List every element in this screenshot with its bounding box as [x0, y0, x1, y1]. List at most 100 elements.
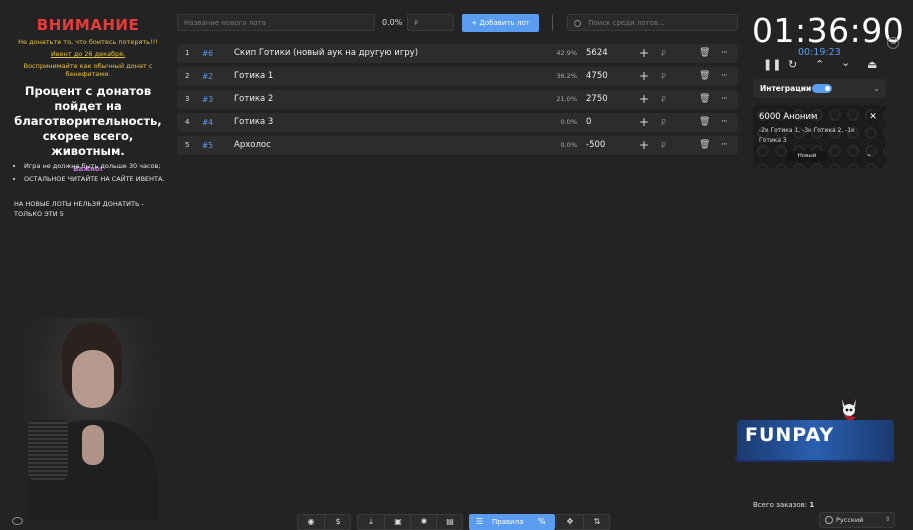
chevron-down-icon[interactable]: ⌄	[873, 79, 880, 98]
globe-icon	[825, 516, 833, 524]
notice-rules: Игра не должна быть дольше 30 часов; ОСТ…	[14, 161, 174, 187]
github-icon[interactable]: ◉	[298, 515, 324, 529]
notice-panel: ВНИМАНИЕ Не донатьте то, что боитесь пот…	[8, 16, 168, 173]
close-icon[interactable]: ✕	[867, 111, 879, 123]
dollar-icon[interactable]: $	[324, 515, 351, 529]
lot-row[interactable]: 5 #5 Архолос 0.0% -500 + ₽ 🗑 ···	[177, 136, 738, 155]
orders-total: Всего заказов: 1	[753, 501, 814, 509]
lot-amount[interactable]: -500	[586, 136, 605, 155]
lot-percent: 0.0%	[560, 141, 577, 149]
lot-row[interactable]: 1 #6 Скип Готики (новый аук на другую иг…	[177, 44, 738, 63]
archive-icon[interactable]: ▣	[384, 515, 411, 529]
list-icon: ☰	[476, 517, 484, 526]
lot-row[interactable]: 4 #4 Готика 3 0.0% 0 + ₽ 🗑 ···	[177, 113, 738, 132]
integrations-toggle[interactable]	[812, 84, 832, 93]
new-lot-name-input[interactable]: Название нового лота	[177, 14, 375, 31]
collapse-icon[interactable]: ⏏	[867, 58, 877, 71]
trash-icon[interactable]: 🗑	[699, 90, 710, 109]
funpay-logo-text: FUNPAY	[745, 424, 835, 446]
lot-amount[interactable]: 2750	[586, 90, 608, 109]
notice-title: ВНИМАНИЕ	[36, 16, 140, 34]
lot-name[interactable]: Готика 1	[234, 67, 273, 86]
rules-label: Правила	[492, 518, 524, 526]
add-amount-icon[interactable]: +	[639, 67, 649, 86]
integrations-bar[interactable]: Интеграции ⌄	[753, 79, 886, 98]
clipboard-icon[interactable]: ▤	[436, 515, 463, 529]
toolbar-divider	[552, 15, 553, 31]
add-amount-icon[interactable]: +	[639, 136, 649, 155]
more-icon[interactable]: ···	[721, 44, 728, 63]
lot-position: 5	[185, 141, 190, 149]
language-select[interactable]: Русский ⇕	[819, 512, 895, 528]
lot-position: 2	[185, 72, 190, 80]
chevron-down-icon[interactable]: ⌄	[866, 150, 872, 158]
lot-name[interactable]: Скип Готики (новый аук на другую игру)	[234, 44, 418, 63]
add-lot-label: Добавить лот	[479, 19, 530, 27]
add-amount-icon[interactable]: +	[639, 90, 649, 109]
notice-warning: Не донатьте то, что боитесь потерять!!!	[18, 38, 158, 46]
new-lot-percent: 0.0%	[382, 18, 403, 27]
lot-id[interactable]: #6	[202, 44, 213, 63]
trash-icon[interactable]: 🗑	[699, 136, 710, 155]
updown-icon: ⇕	[884, 516, 890, 523]
notice-charity: Процент с донатов пойдет на благотворите…	[14, 84, 162, 158]
download-icon[interactable]: ⤓	[358, 515, 384, 529]
donation-new-chip[interactable]: Новый	[787, 151, 827, 161]
notice-lots-restriction: НА НОВЫЕ ЛОТЫ НЕЛЬЗЯ ДОНАТИТЬ - ТОЛЬКО Э…	[14, 200, 144, 218]
donation-title: 6000 Аноним	[759, 112, 818, 122]
trash-icon[interactable]: 🗑	[699, 67, 710, 86]
timer-display: 01:36:90	[752, 11, 905, 50]
ruble-icon: ₽	[661, 141, 666, 150]
pause-icon[interactable]: ❚❚	[763, 58, 781, 71]
lot-position: 3	[185, 95, 190, 103]
lot-search-input[interactable]: Поиск среди лотов...	[567, 14, 738, 31]
new-lot-amount-input[interactable]: ₽	[407, 14, 454, 31]
ruble-icon: ₽	[661, 49, 666, 58]
bug-icon[interactable]: ✱	[410, 515, 437, 529]
lot-percent: 36.2%	[556, 72, 577, 80]
percent-icon[interactable]: %	[538, 515, 546, 529]
lot-amount[interactable]: 4750	[586, 67, 608, 86]
ruble-icon: ₽	[661, 118, 666, 127]
lot-name[interactable]: Готика 2	[234, 90, 273, 109]
move-icon[interactable]: ✥	[557, 515, 583, 529]
more-icon[interactable]: ···	[721, 113, 728, 132]
trash-icon[interactable]: 🗑	[699, 44, 710, 63]
lot-name[interactable]: Архолос	[234, 136, 271, 155]
lot-percent: 21.0%	[556, 95, 577, 103]
add-lot-button[interactable]: + Добавить лот	[462, 14, 539, 32]
chevron-up-icon[interactable]: ⌃	[815, 58, 824, 71]
funpay-banner[interactable]: FUNPAY	[737, 420, 894, 460]
plus-icon: +	[471, 19, 478, 27]
more-icon[interactable]: ···	[721, 90, 728, 109]
lot-row[interactable]: 2 #2 Готика 1 36.2% 4750 + ₽ 🗑 ···	[177, 67, 738, 86]
lot-name[interactable]: Готика 3	[234, 113, 273, 132]
trash-icon[interactable]: 🗑	[699, 113, 710, 132]
notice-donation-note: Воспринимайте как обычный донат с бенефи…	[23, 62, 153, 78]
lot-amount[interactable]: 0	[586, 113, 591, 132]
add-amount-icon[interactable]: +	[639, 113, 649, 132]
lot-id[interactable]: #5	[202, 136, 213, 155]
lot-percent: 0.0%	[560, 118, 577, 126]
webcam-hand	[82, 425, 104, 465]
more-icon[interactable]: ···	[721, 136, 728, 155]
timer-settings-badge[interactable]: Ts	[887, 37, 899, 49]
search-icon	[574, 19, 581, 27]
add-amount-icon[interactable]: +	[639, 44, 649, 63]
lot-amount[interactable]: 5624	[586, 44, 608, 63]
eye-icon[interactable]	[12, 517, 23, 525]
chevron-down-icon[interactable]: ⌄	[841, 56, 850, 69]
lot-id[interactable]: #3	[202, 90, 213, 109]
reset-icon[interactable]: ↻	[788, 58, 797, 71]
more-icon[interactable]: ···	[721, 67, 728, 86]
lot-id[interactable]: #2	[202, 67, 213, 86]
lot-percent: 42.9%	[556, 49, 577, 57]
timer-elapsed: 00:19:23	[798, 47, 841, 58]
notice-event-date: Ивент до 26 декабря.	[50, 50, 126, 58]
lot-row[interactable]: 3 #3 Готика 2 21.0% 2750 + ₽ 🗑 ···	[177, 90, 738, 109]
orders-count: 1	[809, 501, 815, 509]
lot-position: 4	[185, 118, 190, 126]
sort-icon[interactable]: ⇅	[583, 515, 610, 529]
lot-id[interactable]: #4	[202, 113, 213, 132]
lot-position: 1	[185, 49, 190, 57]
